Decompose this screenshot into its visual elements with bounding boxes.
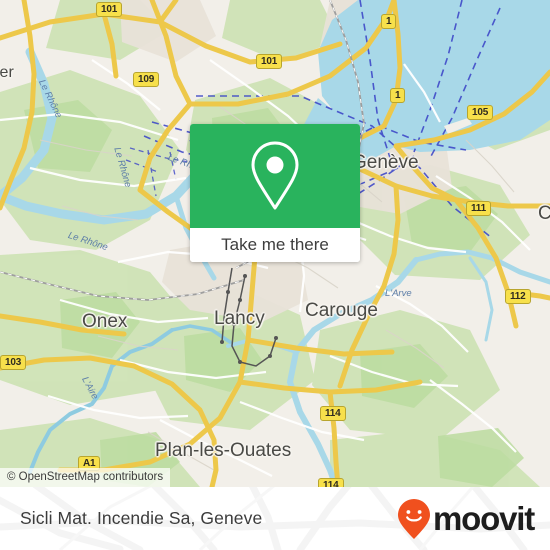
take-me-there-card[interactable]: Take me there bbox=[190, 124, 360, 262]
place-title: Sicli Mat. Incendie Sa, Geneve bbox=[20, 508, 263, 528]
take-me-there-label: Take me there bbox=[221, 235, 329, 254]
highway-shield: 114 bbox=[318, 478, 344, 487]
highway-shield: 1 bbox=[390, 88, 406, 103]
moovit-wordmark: moovit bbox=[433, 500, 535, 537]
moovit-smiley-pin-icon bbox=[398, 498, 431, 539]
highway-shield: 112 bbox=[505, 289, 531, 304]
map-pin-icon bbox=[251, 141, 299, 210]
card-action-row[interactable]: Take me there bbox=[190, 228, 360, 262]
osm-attribution[interactable]: © OpenStreetMap contributors bbox=[0, 468, 171, 487]
highway-shield: 105 bbox=[467, 105, 494, 120]
card-pin-area bbox=[190, 124, 360, 228]
highway-shield: 1 bbox=[381, 14, 397, 29]
bottom-bar: Sicli Mat. Incendie Sa, Geneve moovit bbox=[0, 487, 550, 550]
moovit-logo: moovit bbox=[397, 487, 535, 550]
highway-shield: 103 bbox=[0, 355, 27, 370]
highway-shield: 114 bbox=[320, 406, 346, 421]
highway-shield: 111 bbox=[466, 201, 491, 216]
highway-shield: 109 bbox=[133, 72, 160, 87]
highway-shield: 101 bbox=[256, 54, 283, 69]
map-screenshot: Le Rhône Le Rhône Le Rhône Le Rh L'Arve … bbox=[0, 0, 550, 550]
highway-shield: 101 bbox=[96, 2, 123, 17]
